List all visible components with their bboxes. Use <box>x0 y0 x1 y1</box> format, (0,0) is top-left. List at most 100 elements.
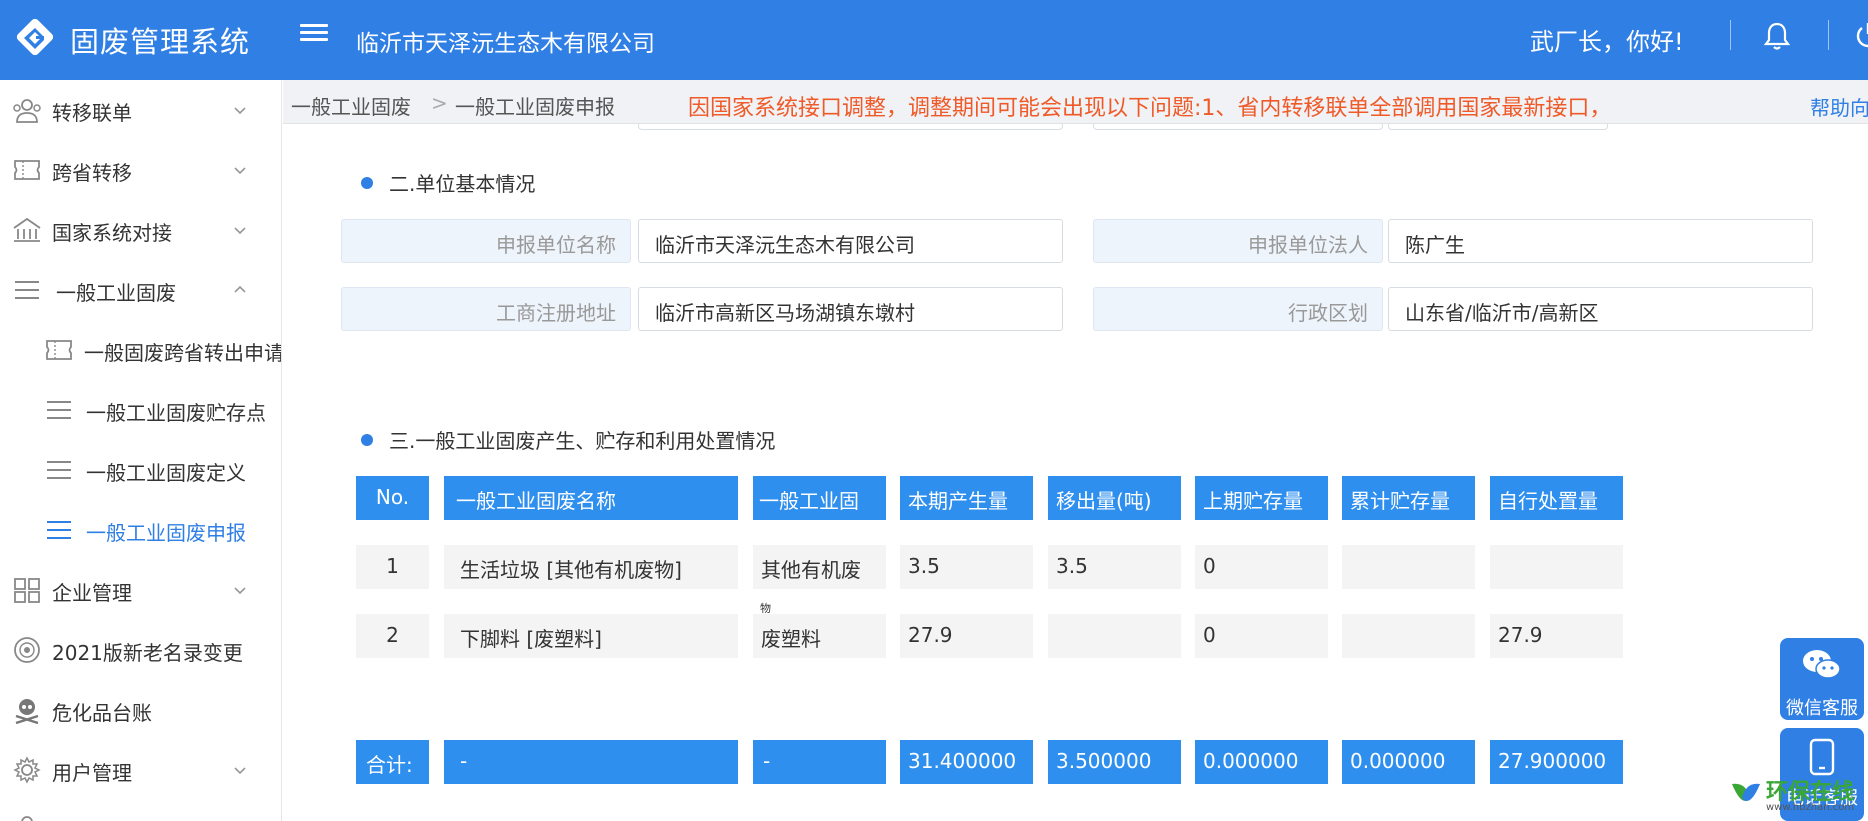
column-header: 移出量(吨) <box>1048 476 1181 520</box>
skull-icon <box>15 699 39 724</box>
grid-icon <box>14 578 40 603</box>
sidebar-item-catalog-change[interactable]: 2021版新老名录变更 <box>0 620 281 680</box>
section-title-text: 三.一般工业固废产生、贮存和利用处置情况 <box>389 429 776 453</box>
wechat-icon <box>1803 650 1841 679</box>
bullet-dot <box>361 177 373 189</box>
section-title: 二.单位基本情况 <box>361 168 535 197</box>
table-cell: 27.9 <box>900 614 1033 658</box>
sidebar-item-definition[interactable]: 一般工业固废定义 <box>0 440 281 500</box>
breadcrumb-item[interactable]: 一般工业固废 <box>291 91 411 120</box>
chevron-down-icon <box>234 767 246 775</box>
sidebar-item-label: 2021版新老名录变更 <box>52 641 243 665</box>
sidebar-item-label: 一般工业固废定义 <box>86 461 246 485</box>
top-header: 固废管理系统 临沂市天泽沅生态木有限公司 武厂长，你好! <box>0 0 1868 80</box>
table-cell <box>1490 545 1623 589</box>
field-label: 工商注册地址 <box>341 287 631 331</box>
sidebar-item-label: 转移联单 <box>52 101 132 125</box>
company-name-field[interactable]: 临沂市天泽沅生态木有限公司 <box>638 219 1063 263</box>
table-cell: 3.5 <box>900 545 1033 589</box>
table-cell: 3.5 <box>1048 545 1181 589</box>
chevron-down-icon <box>234 167 246 175</box>
bell-icon[interactable] <box>1762 20 1792 52</box>
list-icon <box>15 281 39 299</box>
table-cell: 0 <box>1195 545 1328 589</box>
sidebar-item-declaration[interactable]: 一般工业固废申报 <box>0 500 281 560</box>
list-icon <box>47 521 71 539</box>
user-greeting[interactable]: 武厂长，你好! <box>1530 22 1684 57</box>
header-divider <box>1828 20 1829 50</box>
power-icon[interactable] <box>1853 20 1868 50</box>
app-title: 固废管理系统 <box>70 25 251 59</box>
sidebar-item-storage-point[interactable]: 一般工业固废贮存点 <box>0 380 281 440</box>
building-icon <box>13 217 41 242</box>
main-content: 二.单位基本情况 申报单位名称 临沂市天泽沅生态木有限公司 申报单位法人 陈广生… <box>283 124 1868 821</box>
sidebar-item-label: 用户管理 <box>52 761 132 785</box>
float-label: 微信客服 <box>1786 698 1858 719</box>
sidebar-item-cross-province-out[interactable]: 一般固废跨省转出申请 <box>0 320 282 380</box>
totals-cell: 3.500000 <box>1048 740 1181 784</box>
table-cell: 下脚料 [废塑料] <box>444 614 738 658</box>
breadcrumb: 一般工业固废 > 一般工业固废申报 因国家系统接口调整，调整期间可能会出现以下问… <box>283 80 1868 124</box>
wechat-service-button[interactable]: 微信客服 <box>1780 638 1864 720</box>
sidebar-item-transfer-manifest[interactable]: 转移联单 <box>0 80 281 140</box>
column-header: 累计贮存量 <box>1342 476 1475 520</box>
help-link[interactable]: 帮助向导 <box>1810 92 1868 121</box>
table-cell: 2 <box>356 614 429 658</box>
seal-icon <box>14 637 40 663</box>
legal-person-field[interactable]: 陈广生 <box>1388 219 1813 263</box>
table-cell: 1 <box>356 545 429 589</box>
breadcrumb-item[interactable]: 一般工业固废申报 <box>455 91 615 120</box>
table-cell: 0 <box>1195 614 1328 658</box>
table-cell: 其他有机废 <box>753 545 886 589</box>
sidebar-item-hazardous-ledger[interactable]: 危化品台账 <box>0 680 281 740</box>
totals-cell: 27.900000 <box>1490 740 1623 784</box>
field-partial <box>638 124 1063 130</box>
sidebar: 转移联单 跨省转移 国家系统对接 一般工业固废 一般固废跨省转出申请 一般工业固… <box>0 80 282 821</box>
notice-ticker: 因国家系统接口调整，调整期间可能会出现以下问题:1、省内转移联单全部调用国家最新… <box>688 96 1612 121</box>
sidebar-item-cross-province[interactable]: 跨省转移 <box>0 140 281 200</box>
section-title: 三.一般工业固废产生、贮存和利用处置情况 <box>361 425 775 454</box>
sidebar-item-general-solid-waste[interactable]: 一般工业固废 <box>0 260 281 320</box>
company-name: 临沂市天泽沅生态木有限公司 <box>356 31 655 57</box>
address-field[interactable]: 临沂市高新区马场湖镇东墩村 <box>638 287 1063 331</box>
field-label: 申报单位名称 <box>341 219 631 263</box>
ticket-icon <box>46 340 72 360</box>
bullet-dot <box>361 434 373 446</box>
totals-cell: 0.000000 <box>1342 740 1475 784</box>
region-field[interactable]: 山东省/临沂市/高新区 <box>1388 287 1813 331</box>
chevron-down-icon <box>234 227 246 235</box>
list-icon <box>47 461 71 479</box>
column-header: No. <box>356 476 429 520</box>
ticket-icon <box>14 160 40 180</box>
leaf-logo-icon <box>1732 783 1760 801</box>
table-cell <box>1342 614 1475 658</box>
table-cell <box>1342 545 1475 589</box>
sidebar-item-user-management[interactable]: 用户管理 <box>0 740 281 800</box>
table-cell: 废塑料 <box>753 614 886 658</box>
gear-icon <box>13 756 41 784</box>
sidebar-item-label: 一般固废跨省转出申请 <box>84 341 282 365</box>
sidebar-item-enterprise[interactable]: 企业管理 <box>0 560 281 620</box>
totals-cell: - <box>753 740 886 784</box>
column-header: 本期产生量 <box>900 476 1033 520</box>
menu-toggle-icon[interactable] <box>300 20 328 48</box>
phone-icon <box>1809 738 1835 776</box>
table-cell: 生活垃圾 [其他有机废物] <box>444 545 738 589</box>
sidebar-item-label: 企业管理 <box>52 581 132 605</box>
sidebar-item-national-system[interactable]: 国家系统对接 <box>0 200 281 260</box>
sidebar-item-label: 一般工业固废申报 <box>86 521 246 545</box>
sidebar-item-label: 国家系统对接 <box>52 221 172 245</box>
sidebar-item-label: 一般工业固废 <box>56 281 176 305</box>
chevron-down-icon <box>234 107 246 115</box>
header-divider <box>1730 20 1731 50</box>
column-header: 自行处置量 <box>1490 476 1623 520</box>
field-label: 申报单位法人 <box>1093 219 1383 263</box>
sidebar-item-label: 一般工业固废贮存点 <box>86 401 266 425</box>
totals-cell: 31.400000 <box>900 740 1033 784</box>
logo-icon <box>16 18 54 56</box>
table-cell <box>1048 614 1181 658</box>
chevron-up-icon <box>234 285 246 293</box>
sidebar-item-label: 跨省转移 <box>52 161 132 185</box>
totals-label: 合计: <box>356 740 429 784</box>
column-header: 上期贮存量 <box>1195 476 1328 520</box>
